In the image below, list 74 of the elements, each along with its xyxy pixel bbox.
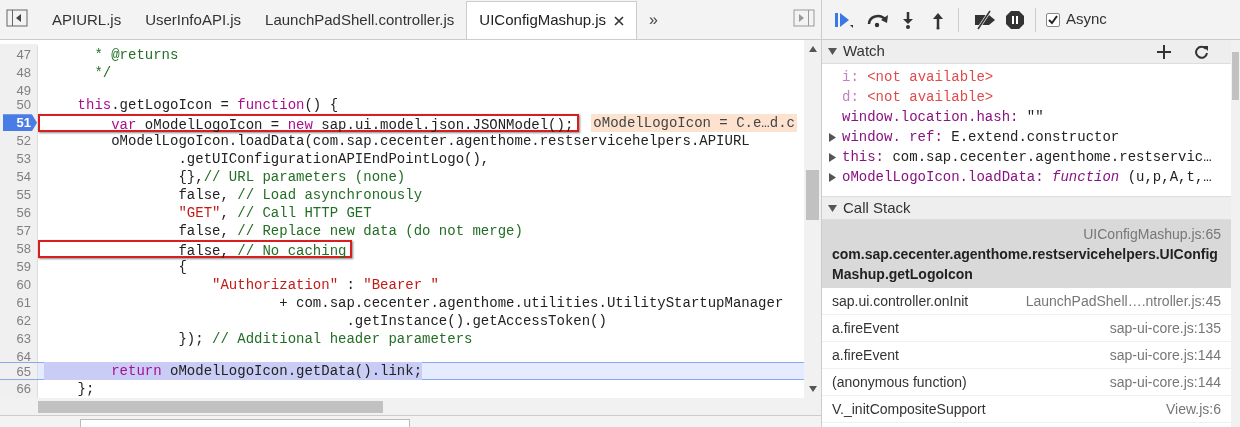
code-line: false, // Load asynchronously [177, 186, 423, 205]
inline-value: oModelLogoIcon = C.e…d.c [591, 114, 797, 133]
code-line: + com.sap.cecenter.agenthome.utilities.UtilityStartupManager [278, 294, 784, 313]
scrollbar-thumb[interactable] [38, 400, 383, 413]
line-number: 47 [15, 46, 32, 64]
close-icon[interactable] [614, 15, 625, 26]
watch-header[interactable]: Watch [822, 40, 1231, 64]
code-line: false, // Replace new data (do not merge) [177, 222, 523, 241]
pause-icon[interactable] [1005, 9, 1025, 30]
call-frame[interactable]: a.fireEvent sap-ui-core.js:135 [822, 315, 1231, 342]
code-line: }); // Additional header parameters [177, 330, 473, 349]
line-number: 56 [15, 204, 32, 222]
call-frame[interactable]: sap.ui.controller.onInit LaunchPadShell….ntroller.js:45 [822, 288, 1231, 315]
watch-expression[interactable]: window.location.hash: "" [822, 107, 1231, 127]
file-tab[interactable]: UserInfoAPI.js [133, 1, 254, 39]
line-number: 64 [15, 348, 32, 366]
code-line: }; [76, 380, 95, 398]
file-tab[interactable]: UIConfigMashup.js [466, 1, 638, 39]
call-frame[interactable]: V._initCompositeSupport View.js:6 [822, 396, 1231, 423]
add-icon[interactable] [1157, 44, 1171, 59]
line-number: 65 [15, 363, 32, 380]
call-stack-header[interactable]: Call Stack [822, 196, 1231, 220]
file-tab[interactable]: APIURL.js [40, 1, 134, 39]
line-number: 48 [15, 64, 32, 82]
code-line: { [177, 258, 187, 277]
refresh-icon[interactable] [1195, 44, 1209, 59]
section-title: Call Stack [843, 197, 911, 218]
async-label: Async [1066, 9, 1107, 30]
vertical-scrollbar[interactable] [804, 40, 821, 398]
code-line: this.getLogoIcon = function() { [76, 96, 339, 115]
scrollbar-thumb[interactable] [1232, 52, 1239, 100]
code-line: oModelLogoIcon.loadData(com.sap.cecenter.agenthome.restservicehelpers.APIURL [110, 132, 750, 151]
line-number: 62 [15, 312, 32, 330]
call-frame[interactable]: (anonymous function) sap-ui-core.js:144 [822, 369, 1231, 396]
line-number: 54 [15, 168, 32, 186]
line-number: 58 [15, 240, 32, 258]
code-line: .getInstance().getAccessToken() [345, 312, 607, 331]
line-number: 52 [15, 132, 32, 150]
async-checkbox[interactable] [1046, 12, 1060, 27]
line-number: 63 [15, 330, 32, 348]
watch-expression[interactable]: this: com.sap.cecenter.agenthome.restservic… [822, 147, 1231, 167]
scroll-up-icon[interactable] [808, 46, 817, 52]
code-line: */ [93, 64, 112, 83]
code-line: .getUIConfigurationAPIEndPointLogo(), [177, 150, 490, 169]
line-number: 66 [15, 380, 32, 397]
call-frame[interactable]: a.fireEvent sap-ui-core.js:144 [822, 342, 1231, 369]
line-number: 59 [15, 258, 32, 276]
watch-expression[interactable]: oModelLogoIcon.loadData: function (u,p,A,t,… [822, 167, 1231, 187]
scrollbar-thumb[interactable] [806, 170, 819, 220]
watch-expression[interactable]: window. ref: E.extend.constructor [822, 127, 1231, 147]
code-line: "Authorization" : "Bearer " [211, 276, 439, 295]
line-number: 53 [15, 150, 32, 168]
more-tabs-button[interactable]: » [637, 1, 670, 39]
code-line: {},// URL parameters (none) [177, 168, 406, 187]
watch-expression[interactable]: d: <not available> [822, 87, 1231, 107]
code-line: "GET", // Call HTTP GET [177, 204, 372, 223]
line-number: 51 [3, 114, 37, 132]
file-tab[interactable]: LaunchPadShell.controller.js [253, 1, 467, 39]
vertical-scrollbar[interactable] [1231, 40, 1240, 427]
line-number: 61 [15, 294, 32, 312]
watch-expression[interactable]: i: <not available> [822, 67, 1231, 87]
sidebar-toggle-icon[interactable] [6, 9, 28, 27]
collapse-icon[interactable] [828, 203, 837, 213]
panel-toggle-icon[interactable] [793, 9, 815, 27]
line-number: 55 [15, 186, 32, 204]
section-title: Watch [843, 41, 886, 62]
call-frame[interactable]: UIConfigMashup.js:65 com.sap.cecenter.agenthome.restservicehelpers.UIConfigMashup.getLogoIcon [822, 220, 1231, 288]
line-number: 60 [15, 276, 32, 294]
line-number: 57 [15, 222, 32, 240]
horizontal-scrollbar[interactable] [0, 398, 821, 415]
code-line: * @returns [93, 46, 179, 65]
collapse-icon[interactable] [828, 47, 837, 56]
scroll-down-icon[interactable] [808, 386, 817, 392]
search-field[interactable] [80, 419, 410, 427]
